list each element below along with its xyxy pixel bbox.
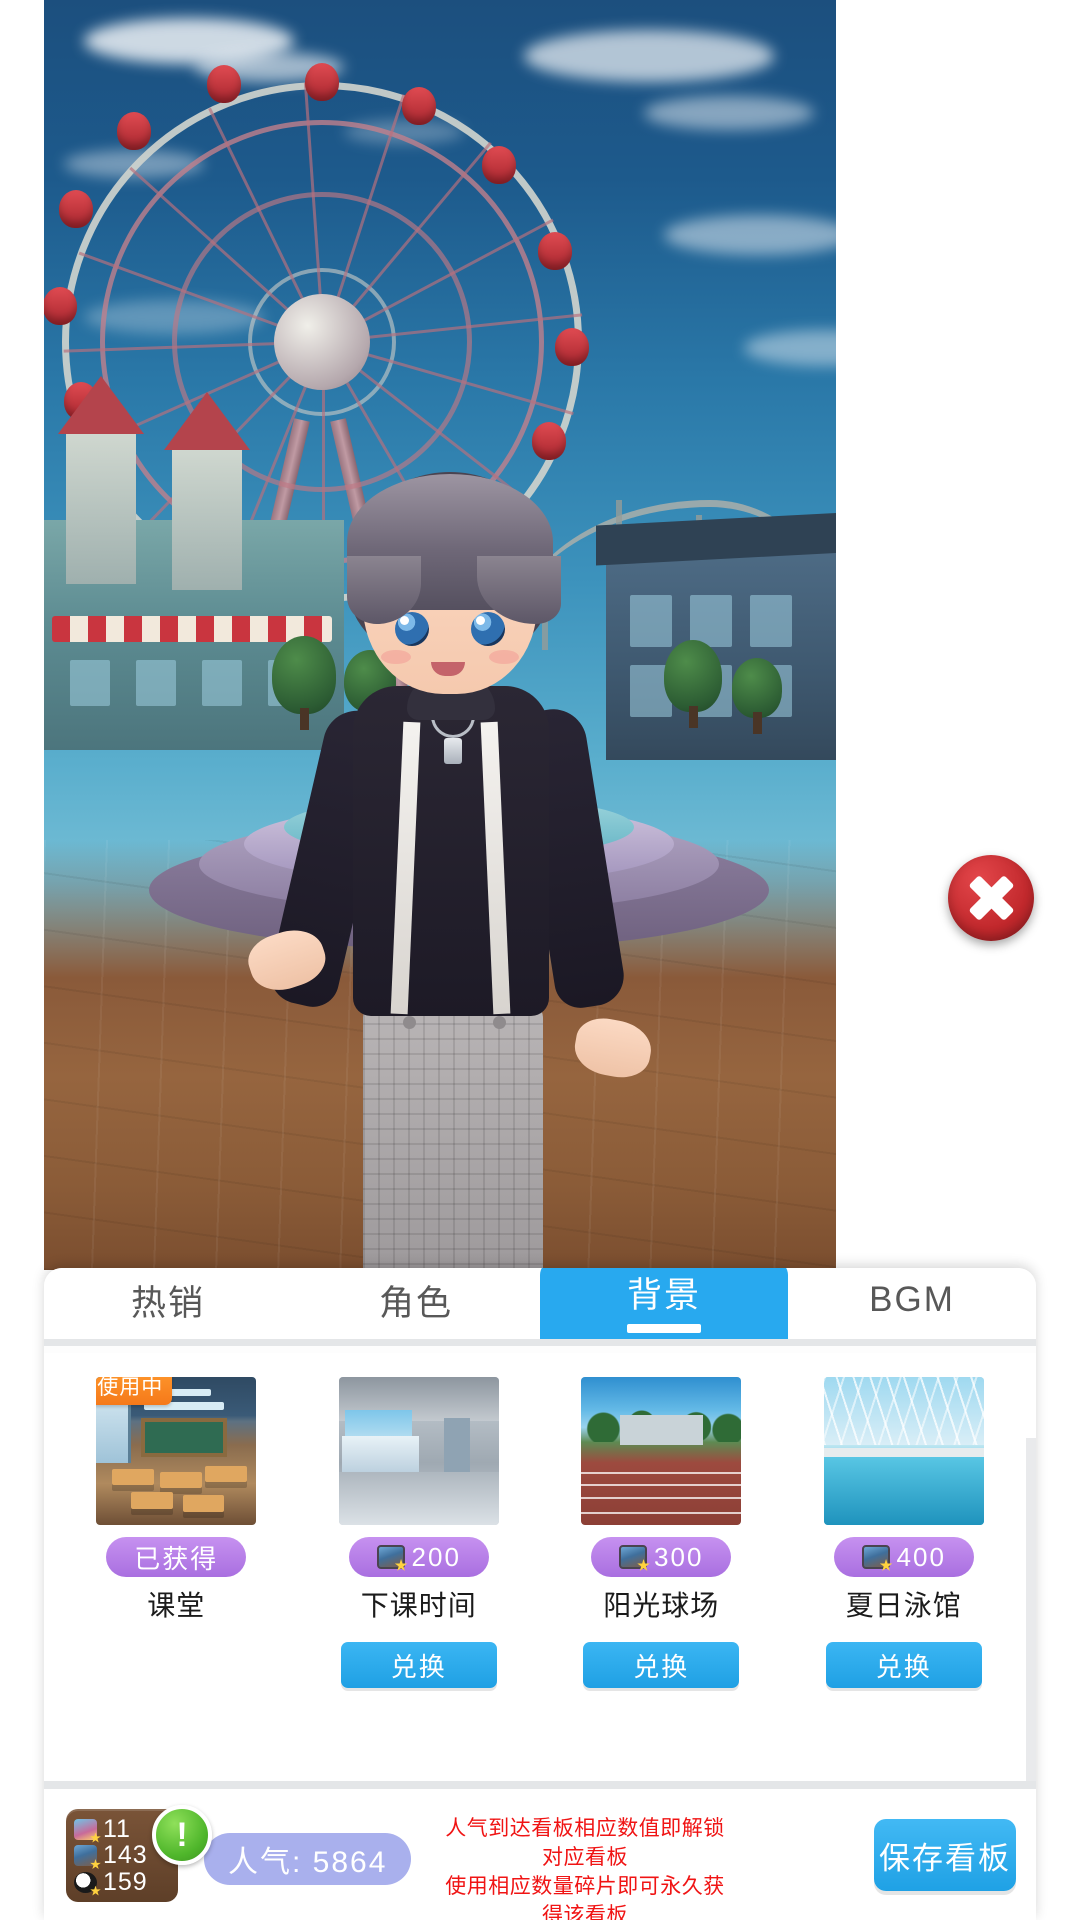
tab-label: BGM [869,1280,955,1319]
close-icon [967,874,1015,922]
price-pill: 200 [348,1537,489,1577]
hint-text: 人气到达看板相应数值即解锁对应看板 使用相应数量碎片即可永久获得该看板 [436,1815,734,1920]
tab-label: 角色 [378,1283,453,1323]
scene-shard-icon [861,1545,890,1569]
app-root: 热销 角色 背景 BGM 使用中 已获得 课堂 200 下课时间 兑换 300 … [0,0,1080,1920]
item-thumbnail[interactable]: 使用中 [96,1377,257,1525]
tab-underline [627,1324,701,1333]
divider [44,1781,1036,1789]
music-shard-icon [74,1871,97,1893]
tab-label: 热销 [130,1283,205,1323]
tab-character[interactable]: 角色 [292,1268,540,1339]
exchange-button[interactable]: 兑换 [583,1642,740,1688]
scene-shard-icon [74,1845,97,1866]
avatar[interactable] [235,460,665,1270]
save-button[interactable]: 保存看板 [874,1819,1016,1891]
list-item[interactable]: 300 阳光球场 兑换 [551,1377,772,1688]
cloud-icon [644,96,814,130]
preview-stage [44,0,836,1270]
close-button[interactable] [948,855,1034,941]
bottom-bar: 11 143 159 ! 人气: 5864 人气到达看板相应数值即解锁对应看板 [44,1789,1036,1920]
tree-icon [732,658,782,734]
resource-row-music-shard: 159 [74,1867,170,1896]
price-pill: 300 [591,1537,732,1577]
scrollbar[interactable] [1026,1438,1036,1781]
popularity-pill: 人气: 5864 [204,1833,412,1885]
avatar-pants [363,1000,543,1270]
item-thumbnail[interactable] [823,1377,984,1525]
list-item[interactable]: 200 下课时间 兑换 [309,1377,530,1688]
shop-panel: 热销 角色 背景 BGM 使用中 已获得 课堂 200 下课时间 兑换 300 … [44,1268,1036,1920]
item-name: 课堂 [147,1590,206,1621]
scene-shard-icon [376,1545,405,1569]
avatar-button [403,1016,416,1029]
avatar-right-hand [570,1013,656,1083]
price-pill: 400 [833,1537,974,1577]
item-name: 阳光球场 [603,1590,720,1621]
avatar-blush [489,650,519,664]
avatar-blush [381,650,411,664]
resource-count: 11 [103,1814,131,1843]
avatar-eye-right [471,612,505,646]
resource-count: 143 [103,1841,148,1869]
scene-shard-icon [619,1545,648,1569]
item-grid-scroll[interactable]: 使用中 已获得 课堂 200 下课时间 兑换 300 阳光球场 兑换 400 夏… [44,1353,1036,1781]
avatar-shard-icon [74,1818,97,1840]
price-value: 300 [654,1541,704,1572]
list-item[interactable]: 使用中 已获得 课堂 [66,1377,287,1688]
tab-bar: 热销 角色 背景 BGM [44,1268,1036,1346]
owned-label: 已获得 [134,1543,219,1574]
item-name: 下课时间 [360,1590,477,1621]
hint-line-1: 人气到达看板相应数值即解锁对应看板 [445,1817,725,1869]
list-item[interactable]: 400 夏日泳馆 兑换 [794,1377,1015,1688]
resource-count: 159 [103,1867,148,1896]
status-badge-in-use: 使用中 [96,1377,173,1405]
item-grid: 使用中 已获得 课堂 200 下课时间 兑换 300 阳光球场 兑换 400 夏… [66,1377,1014,1688]
tree-icon [664,640,722,728]
tab-bgm[interactable]: BGM [788,1268,1036,1339]
tab-label: 背景 [626,1276,701,1315]
cloud-icon [524,30,774,82]
action-placeholder [98,1642,254,1688]
price-value: 200 [411,1541,461,1572]
alert-badge[interactable]: ! [152,1805,212,1865]
item-thumbnail[interactable] [338,1377,499,1525]
avatar-button [493,1016,506,1029]
item-thumbnail[interactable] [581,1377,742,1525]
price-value: 400 [896,1541,946,1572]
tab-hot-sale[interactable]: 热销 [44,1268,292,1339]
avatar-pendant [444,738,462,764]
exchange-button[interactable]: 兑换 [825,1642,982,1688]
owned-pill: 已获得 [106,1537,247,1577]
hint-line-2: 使用相应数量碎片即可永久获得该看板 [445,1874,725,1920]
item-name: 夏日泳馆 [845,1590,962,1621]
tab-background[interactable]: 背景 [540,1268,788,1339]
popularity-label: 人气: 5864 [228,1846,388,1879]
exchange-button[interactable]: 兑换 [340,1642,497,1688]
exclamation-icon: ! [176,1816,188,1854]
